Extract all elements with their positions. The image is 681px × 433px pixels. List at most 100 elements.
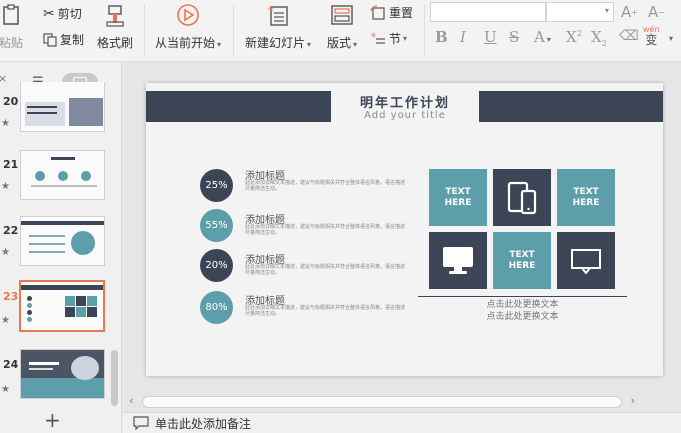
slide-thumbnail[interactable]: [20, 82, 105, 132]
paste-button[interactable]: 粘贴: [0, 4, 28, 51]
chevron-right-icon[interactable]: ›: [631, 394, 635, 407]
note-icon: [133, 416, 149, 430]
slide-number: 21: [3, 158, 19, 171]
layout-button[interactable]: 版式 ▾: [322, 3, 362, 51]
phonetic-char: 变: [645, 33, 658, 47]
cut-button[interactable]: ✂ 剪切: [43, 5, 82, 22]
star-icon: ★: [1, 118, 10, 129]
screen-tile[interactable]: [557, 232, 615, 289]
reset-label: 重置: [389, 6, 414, 20]
new-slide-icon: ✳: [267, 5, 288, 26]
caption-text[interactable]: 点击此处更换文本: [418, 309, 627, 322]
slide-thumbnail[interactable]: [20, 150, 105, 200]
star-icon: ★: [1, 181, 10, 192]
notes-bar[interactable]: 单击此处添加备注: [123, 412, 681, 433]
font-name-select[interactable]: [430, 2, 546, 22]
new-slide-label: 新建幻灯片: [244, 36, 305, 50]
slide-thumbnail[interactable]: [20, 216, 105, 266]
text-tile[interactable]: TEXT HERE: [429, 169, 487, 226]
close-panel-icon[interactable]: ×: [0, 72, 7, 85]
italic-button[interactable]: I: [460, 28, 466, 46]
reset-button[interactable]: 重置: [370, 4, 413, 21]
underline-button[interactable]: U: [484, 28, 497, 46]
star-icon: ★: [1, 247, 10, 258]
ribbon-divider: [144, 4, 145, 56]
decrease-font-button[interactable]: A −: [648, 3, 665, 21]
copy-button[interactable]: 复制: [43, 31, 84, 48]
title-band-right: [479, 91, 663, 122]
thumbnail-scrollbar[interactable]: [111, 350, 118, 406]
item-description[interactable]: 此处添加详细文本描述，建议与标题相关并符合整体语言风格，语言描述尽量简洁生动。: [245, 264, 405, 276]
horizontal-scrollbar[interactable]: ‹ ›: [129, 394, 635, 408]
font-color-button[interactable]: A ▾: [534, 28, 551, 46]
chevron-down-icon: ▾: [669, 34, 674, 43]
slide-number: 20: [3, 95, 19, 108]
slide-editor: 明年工作计划 Add your title 25% 添加标题 此处添加详细文本描…: [123, 62, 681, 433]
reset-icon: [370, 4, 385, 20]
text-tile[interactable]: TEXT HERE: [493, 232, 551, 289]
svg-text:✳: ✳: [370, 31, 377, 40]
superscript-button[interactable]: X2: [566, 28, 582, 46]
chevron-down-icon: ▾: [307, 40, 312, 49]
percent-circle[interactable]: 80%: [200, 291, 233, 324]
scissors-icon: ✂: [43, 5, 55, 22]
cut-label: 剪切: [57, 7, 82, 21]
chevron-down-icon: ▾: [217, 40, 222, 49]
item-description[interactable]: 此处添加详细文本描述，建议与标题相关并符合整体语言风格，语言描述尽量简洁生动。: [245, 224, 405, 236]
slide-title[interactable]: 明年工作计划: [331, 92, 479, 111]
devices-tile[interactable]: [493, 169, 551, 226]
eraser-icon[interactable]: ⌫: [619, 28, 639, 44]
play-icon: [177, 4, 199, 26]
format-painter-button[interactable]: 格式刷: [93, 4, 137, 51]
chevron-left-icon[interactable]: ‹: [129, 394, 133, 407]
slide-subtitle[interactable]: Add your title: [331, 110, 479, 121]
ribbon-toolbar: 粘贴 ✂ 剪切 复制 格式刷 从当前开始 ▾ ✳ 新建幻灯片 ▾ 版式 ▾ 重置 ✳ …: [0, 0, 681, 62]
text-tile[interactable]: TEXT HERE: [557, 169, 615, 226]
section-label: 节: [389, 32, 402, 46]
section-icon: ✳: [370, 31, 385, 44]
slide-number: 23: [3, 290, 19, 303]
from-current-button[interactable]: 从当前开始 ▾: [150, 3, 226, 51]
copy-label: 复制: [60, 33, 85, 47]
format-painter-icon: [106, 5, 124, 27]
item-description[interactable]: 此处添加详细文本描述，建议与标题相关并符合整体语言风格，语言描述尽量简洁生动。: [245, 305, 405, 317]
chevron-down-icon: ▾: [353, 40, 358, 49]
format-painter-label: 格式刷: [96, 36, 133, 50]
bold-button[interactable]: B: [435, 28, 448, 46]
svg-text:✳: ✳: [267, 5, 275, 15]
strikethrough-button[interactable]: S: [509, 28, 519, 46]
notes-placeholder: 单击此处添加备注: [155, 416, 252, 431]
slide-thumbnail-selected[interactable]: [19, 280, 105, 332]
monitor-icon: [443, 246, 473, 274]
layout-label: 版式: [326, 36, 351, 50]
slide-thumbnail[interactable]: [20, 349, 105, 399]
slide-number: 22: [3, 224, 19, 237]
monitor-tile[interactable]: [429, 232, 487, 289]
ribbon-divider: [233, 4, 234, 56]
slide-canvas[interactable]: 明年工作计划 Add your title 25% 添加标题 此处添加详细文本描…: [146, 83, 663, 376]
star-icon: ★: [1, 315, 10, 326]
tile-text: TEXT HERE: [508, 249, 536, 271]
title-band-left: [146, 91, 331, 122]
ribbon-divider: [424, 4, 425, 56]
add-slide-icon[interactable]: +: [44, 408, 61, 432]
increase-font-button[interactable]: A +: [621, 3, 638, 21]
tile-text: TEXT HERE: [572, 186, 600, 208]
star-icon: ★: [1, 384, 10, 395]
percent-circle[interactable]: 20%: [200, 249, 233, 282]
copy-icon: [43, 32, 57, 47]
from-current-label: 从当前开始: [154, 36, 215, 50]
item-description[interactable]: 此处添加详细文本描述，建议与标题相关并符合整体语言风格，语言描述尽量简洁生动。: [245, 180, 405, 192]
new-slide-button[interactable]: ✳ 新建幻灯片 ▾: [240, 3, 316, 51]
devices-icon: [507, 181, 537, 214]
slide-number: 24: [3, 358, 19, 371]
subscript-button[interactable]: X2: [591, 28, 607, 48]
font-size-select[interactable]: ▾: [546, 2, 614, 22]
percent-circle[interactable]: 25%: [200, 169, 233, 202]
phonetic-guide-button[interactable]: wén 变: [643, 25, 660, 47]
layout-icon: [331, 5, 353, 25]
section-button[interactable]: ✳ 节 ▾: [370, 30, 407, 47]
percent-circle[interactable]: 55%: [200, 209, 233, 242]
slide-thumbnail-panel: × ☰ 20 ★ 21 ★ 22 ★ 23 ★: [0, 62, 122, 433]
chevron-down-icon: ▾: [604, 6, 609, 15]
